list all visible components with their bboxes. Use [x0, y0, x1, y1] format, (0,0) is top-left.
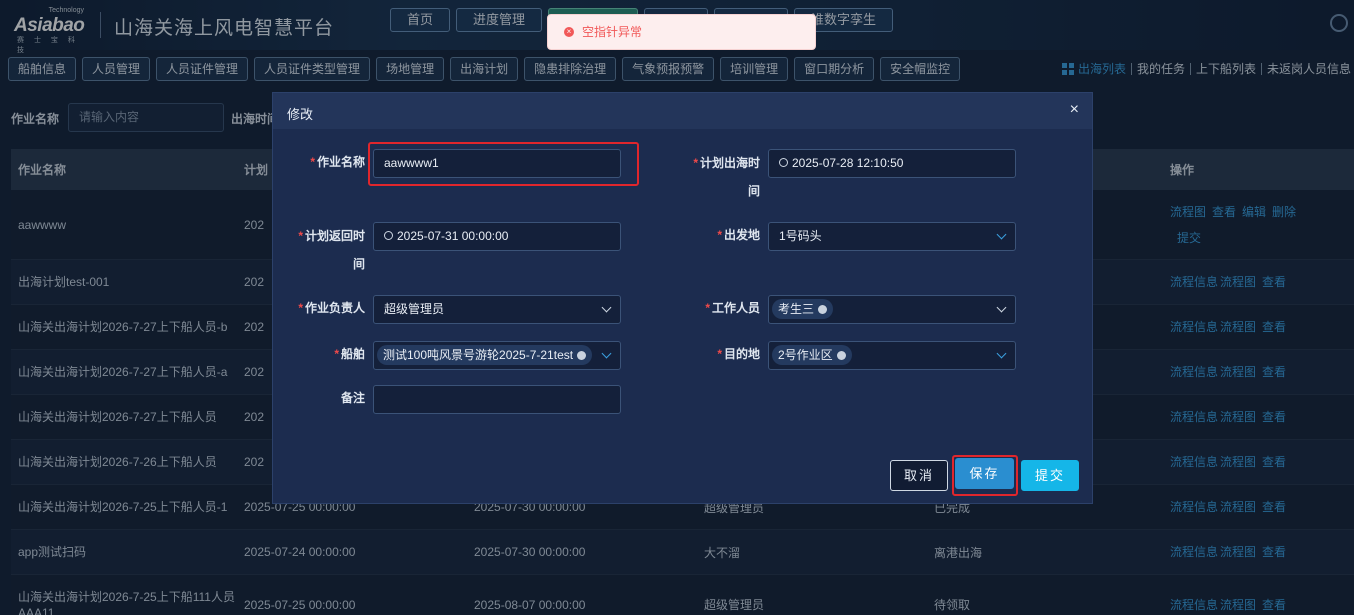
label-workers: * 工作人员	[705, 301, 760, 315]
label-destination: * 目的地	[717, 347, 760, 361]
worker-tag: 考生三	[772, 299, 834, 319]
cancel-button[interactable]: 取消	[890, 460, 948, 491]
remark-input[interactable]	[373, 385, 621, 414]
tag-close-icon[interactable]	[836, 351, 846, 360]
close-icon[interactable]: ×	[1070, 101, 1079, 119]
destination-multiselect[interactable]: 2号作业区	[768, 341, 1016, 370]
label-plan-return-time: * 计划返回时间	[298, 229, 365, 271]
label-plan-out-time: * 计划出海时间	[693, 156, 760, 198]
modal-title: 修改	[287, 107, 314, 122]
tag-close-icon[interactable]	[818, 305, 828, 314]
ship-tag: 测试100吨风景号游轮2025-7-21test	[377, 345, 593, 365]
clock-icon	[779, 158, 788, 167]
label-remark: 备注	[340, 391, 365, 405]
label-job-name: * 作业名称	[310, 155, 365, 169]
chevron-down-icon	[996, 229, 1007, 240]
submit-button[interactable]: 提交	[1021, 460, 1079, 491]
ship-multiselect[interactable]: 测试100吨风景号游轮2025-7-21test	[373, 341, 621, 370]
edit-modal: 修改 × * 作业名称 aawwww1 * 计划出海时间 2025-07-28 12…	[272, 92, 1093, 504]
clock-icon	[384, 231, 393, 240]
label-ship: * 船舶	[334, 347, 365, 361]
job-leader-select[interactable]: 超级管理员	[373, 295, 621, 324]
workers-multiselect[interactable]: 考生三	[768, 295, 1016, 324]
chevron-down-icon	[601, 302, 612, 313]
chevron-down-icon	[601, 348, 612, 359]
error-icon: ×	[564, 27, 574, 37]
toast-message: 空指针异常	[582, 25, 643, 39]
error-toast: × 空指针异常	[547, 14, 816, 50]
plan-out-time-picker[interactable]: 2025-07-28 12:10:50	[768, 149, 1016, 178]
chevron-down-icon	[996, 302, 1007, 313]
chevron-down-icon	[996, 348, 1007, 359]
modal-header: 修改 ×	[273, 93, 1092, 129]
save-highlight	[952, 455, 1018, 496]
destination-tag: 2号作业区	[772, 345, 852, 365]
plan-return-time-picker[interactable]: 2025-07-31 00:00:00	[373, 222, 621, 251]
label-departure: * 出发地	[717, 228, 760, 242]
label-job-leader: * 作业负责人	[298, 301, 365, 315]
job-name-highlight	[368, 142, 639, 186]
departure-select[interactable]: 1号码头	[768, 222, 1016, 251]
tag-close-icon[interactable]	[577, 351, 587, 360]
